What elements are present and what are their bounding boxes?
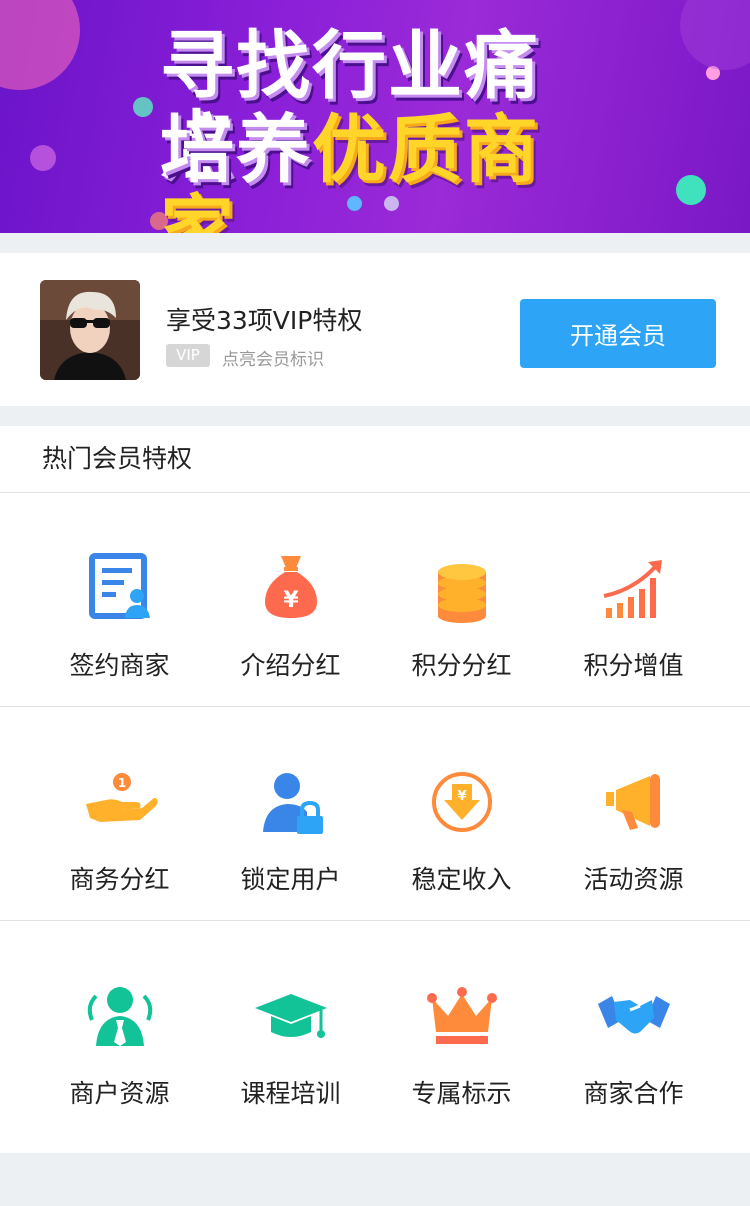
vip-subtitle: 点亮会员标识	[222, 350, 324, 370]
privileges-heading: 热门会员特权	[0, 426, 750, 493]
privilege-item-referral[interactable]: ¥ 介绍分红	[205, 493, 376, 706]
svg-text:1: 1	[117, 776, 125, 790]
privilege-label: 锁定用户	[240, 865, 341, 894]
megaphone-icon	[605, 774, 660, 830]
privileges-row: 商户资源 课程培训 专属标示 商家合作	[0, 921, 750, 1141]
banner-decoration	[680, 0, 750, 70]
coin-stack-icon	[437, 564, 486, 623]
privilege-item-business-dividend[interactable]: 1 商务分红	[34, 707, 205, 920]
privilege-label: 签约商家	[69, 651, 170, 680]
carousel-indicator	[347, 196, 399, 211]
privilege-label: 积分增值	[583, 651, 684, 680]
graduation-cap-icon	[254, 994, 327, 1038]
page-bottom-spacer	[0, 1153, 750, 1206]
svg-text:¥: ¥	[457, 789, 466, 804]
privileges-panel: 热门会员特权 签约商家 ¥ 介绍分红 积分分红 积分增值 1 商务分红 锁定用户…	[0, 426, 750, 1153]
avatar[interactable]	[40, 280, 140, 380]
growth-chart-icon	[603, 560, 662, 618]
promo-banner[interactable]: 寻找行业痛点 培养优质商家	[0, 0, 750, 233]
privilege-label: 介绍分红	[240, 651, 341, 680]
privilege-item-points-dividend[interactable]: 积分分红	[376, 493, 547, 706]
banner-decoration	[676, 175, 706, 205]
privilege-item-contract[interactable]: 签约商家	[34, 493, 205, 706]
privilege-label: 商户资源	[69, 1079, 170, 1108]
hand-coin-icon: 1	[85, 773, 158, 822]
crown-icon	[426, 987, 497, 1044]
banner-headline-2: 培养优质商家	[160, 110, 600, 233]
privilege-item-points-growth[interactable]: 积分增值	[548, 493, 719, 706]
income-icon: ¥	[431, 772, 492, 832]
money-bag-icon: ¥	[264, 556, 317, 618]
contract-icon	[88, 553, 150, 619]
carousel-dot-2[interactable]	[384, 196, 399, 211]
privilege-label: 课程培训	[240, 1079, 341, 1108]
privilege-item-merchant-resources[interactable]: 商户资源	[34, 921, 205, 1141]
vip-badge: VIP	[166, 344, 210, 367]
member-title: 享受33项VIP特权	[166, 306, 363, 335]
banner-headline-2-lead: 培养	[160, 107, 312, 193]
merchant-icon	[87, 987, 152, 1046]
member-card: 享受33项VIP特权 VIP 点亮会员标识 开通会员	[0, 253, 750, 406]
privileges-row: 签约商家 ¥ 介绍分红 积分分红 积分增值	[0, 493, 750, 707]
privilege-item-merchant-cooperation[interactable]: 商家合作	[548, 921, 719, 1141]
banner-decoration	[30, 145, 56, 171]
privileges-row: 1 商务分红 锁定用户 ¥ 稳定收入 活动资源	[0, 707, 750, 921]
privilege-label: 活动资源	[583, 865, 684, 894]
svg-text:¥: ¥	[283, 588, 299, 613]
privilege-label: 商务分红	[69, 865, 170, 894]
privilege-item-exclusive-badge[interactable]: 专属标示	[376, 921, 547, 1141]
privilege-item-course-training[interactable]: 课程培训	[205, 921, 376, 1141]
privilege-label: 商家合作	[583, 1079, 684, 1108]
privilege-label: 积分分红	[411, 651, 512, 680]
privilege-label: 专属标示	[411, 1079, 512, 1108]
open-membership-button[interactable]: 开通会员	[520, 299, 716, 368]
privilege-label: 稳定收入	[411, 865, 512, 894]
privilege-item-stable-income[interactable]: ¥ 稳定收入	[376, 707, 547, 920]
privilege-item-event-resources[interactable]: 活动资源	[548, 707, 719, 920]
privilege-item-lock-user[interactable]: 锁定用户	[205, 707, 376, 920]
carousel-dot-1[interactable]	[347, 196, 362, 211]
banner-decoration	[133, 97, 153, 117]
handshake-icon	[597, 996, 670, 1034]
banner-decoration	[0, 0, 80, 90]
user-lock-icon	[262, 773, 323, 834]
